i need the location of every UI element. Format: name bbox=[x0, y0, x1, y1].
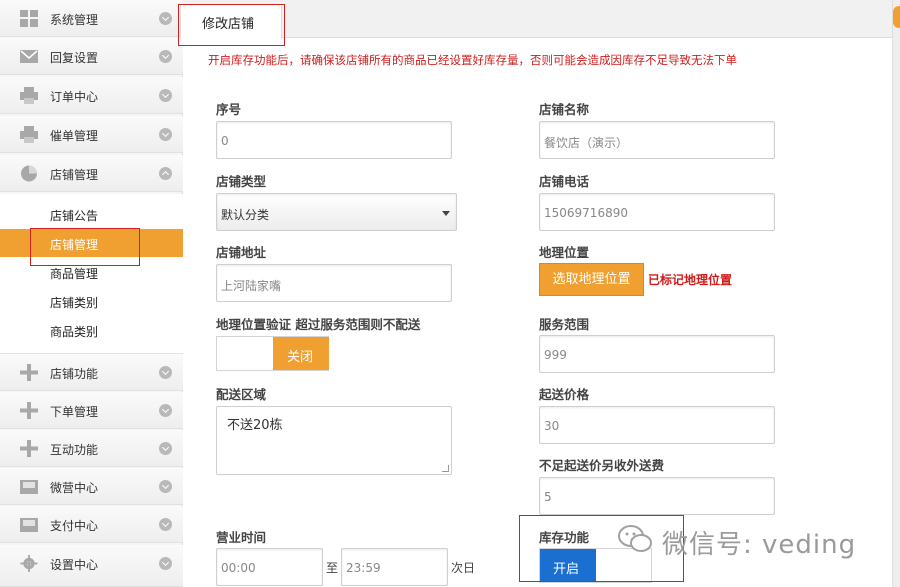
nav-label: 订单中心 bbox=[50, 90, 99, 104]
hours-separator: 至 bbox=[326, 561, 339, 575]
submenu-item-notice[interactable]: 店铺公告 bbox=[0, 200, 183, 228]
nav-item-reminders[interactable]: 催单管理 bbox=[0, 116, 183, 153]
nav-label: 下单管理 bbox=[50, 405, 99, 419]
store-phone-label: 店铺电话 bbox=[539, 174, 590, 189]
chevron-down-icon[interactable] bbox=[159, 12, 172, 25]
nav-label: 互动功能 bbox=[50, 443, 99, 457]
chevron-down-icon[interactable] bbox=[159, 480, 172, 493]
envelope-icon bbox=[20, 50, 38, 63]
nav-item-marketing[interactable]: 微营中心 bbox=[0, 468, 183, 505]
chevron-down-icon[interactable] bbox=[159, 89, 172, 102]
nav-item-reply[interactable]: 回复设置 bbox=[0, 38, 183, 75]
grid-icon bbox=[20, 10, 38, 27]
nav-label: 系统管理 bbox=[50, 13, 99, 27]
stock-warning: 开启库存功能后，请确保该店铺所有的商品已经设置好库存量，否则可能会造成因库存不足… bbox=[208, 53, 737, 67]
chevron-down-icon[interactable] bbox=[159, 404, 172, 417]
pick-location-button[interactable]: 选取地理位置 bbox=[539, 263, 644, 296]
nav-item-settings[interactable]: 设置中心 bbox=[0, 545, 183, 587]
min-price-field[interactable]: 30 bbox=[539, 406, 775, 444]
nav-item-ordering[interactable]: 下单管理 bbox=[0, 392, 183, 429]
chevron-down-icon[interactable] bbox=[159, 442, 172, 455]
chevron-down-icon[interactable] bbox=[159, 518, 172, 531]
nav-label: 设置中心 bbox=[50, 558, 99, 572]
nav-item-orders[interactable]: 订单中心 bbox=[0, 77, 183, 114]
nav-label: 店铺功能 bbox=[50, 367, 99, 381]
resize-handle-icon[interactable] bbox=[442, 465, 449, 472]
store-phone-field[interactable]: 15069716890 bbox=[539, 193, 775, 231]
seq-label: 序号 bbox=[216, 102, 242, 117]
highlight-box bbox=[30, 228, 140, 266]
plus-icon bbox=[20, 402, 38, 419]
nav-label: 催单管理 bbox=[50, 129, 99, 143]
inbox-icon bbox=[20, 518, 38, 532]
delivery-area-textarea[interactable]: 不送20栋 bbox=[216, 406, 452, 475]
hours-start-field[interactable]: 00:00 bbox=[216, 548, 323, 586]
geo-location-label: 地理位置 bbox=[539, 245, 590, 260]
seq-field[interactable]: 0 bbox=[216, 121, 452, 159]
wechat-icon bbox=[618, 525, 652, 552]
inbox-icon bbox=[20, 480, 38, 494]
tab-bar bbox=[183, 0, 892, 38]
printer-icon bbox=[20, 126, 38, 143]
highlight-box bbox=[178, 4, 285, 46]
hours-label: 营业时间 bbox=[216, 530, 267, 545]
nav-item-store-functions[interactable]: 店铺功能 bbox=[0, 354, 183, 391]
plus-icon bbox=[20, 440, 38, 457]
nav-item-system[interactable]: 系统管理 bbox=[0, 0, 183, 37]
nav-label: 回复设置 bbox=[50, 51, 99, 65]
highlight-box bbox=[519, 515, 684, 582]
service-range-field[interactable]: 999 bbox=[539, 335, 775, 373]
service-range-label: 服务范围 bbox=[539, 317, 590, 332]
nav-label: 店铺管理 bbox=[50, 168, 99, 182]
gear-icon bbox=[20, 555, 38, 572]
delivery-area-label: 配送区域 bbox=[216, 387, 267, 402]
clock-pie-icon bbox=[21, 165, 37, 182]
printer-icon bbox=[20, 87, 38, 104]
extra-fee-label: 不足起送价另收外送费 bbox=[539, 458, 665, 473]
chevron-down-icon bbox=[442, 211, 450, 216]
geo-status-text: 已标记地理位置 bbox=[648, 273, 733, 287]
chevron-down-icon[interactable] bbox=[159, 50, 172, 63]
extra-fee-field[interactable]: 5 bbox=[539, 477, 775, 515]
right-scroll-strip bbox=[892, 0, 900, 587]
store-name-field[interactable]: 餐饮店（演示） bbox=[539, 121, 775, 159]
submenu-item-goods-category[interactable]: 商品类别 bbox=[0, 316, 183, 344]
store-type-label: 店铺类型 bbox=[216, 174, 267, 189]
nav-item-interactive[interactable]: 互动功能 bbox=[0, 430, 183, 467]
submenu-item-store-category[interactable]: 店铺类别 bbox=[0, 287, 183, 315]
min-price-label: 起送价格 bbox=[539, 387, 590, 402]
nav-label: 支付中心 bbox=[50, 519, 99, 533]
chevron-down-icon[interactable] bbox=[159, 366, 172, 379]
nav-label: 微营中心 bbox=[50, 481, 99, 495]
chevron-down-icon[interactable] bbox=[159, 557, 172, 570]
store-type-select[interactable]: 默认分类 bbox=[216, 193, 457, 231]
address-label: 店铺地址 bbox=[216, 245, 267, 260]
nav-item-payment[interactable]: 支付中心 bbox=[0, 506, 183, 543]
chevron-down-icon[interactable] bbox=[159, 128, 172, 141]
nav-item-store-management[interactable]: 店铺管理 bbox=[0, 155, 183, 192]
address-field[interactable]: 上河陆家嘴 bbox=[216, 264, 452, 302]
geo-verify-toggle[interactable]: 关闭 bbox=[216, 336, 329, 371]
geo-verify-label: 地理位置验证 超过服务范围则不配送 bbox=[216, 317, 421, 332]
plus-icon bbox=[20, 364, 38, 381]
sidebar: 系统管理 回复设置 订单中心 催单管理 店铺管理 店铺公告 店铺管理 商品管理 … bbox=[0, 0, 183, 587]
hours-end-field[interactable]: 23:59 bbox=[341, 548, 448, 586]
chevron-up-icon[interactable] bbox=[159, 167, 172, 180]
store-name-label: 店铺名称 bbox=[539, 102, 590, 117]
store-submenu: 店铺公告 店铺管理 商品管理 店铺类别 商品类别 bbox=[0, 194, 183, 354]
hours-next-day: 次日 bbox=[451, 561, 476, 575]
status-dot bbox=[893, 6, 900, 28]
